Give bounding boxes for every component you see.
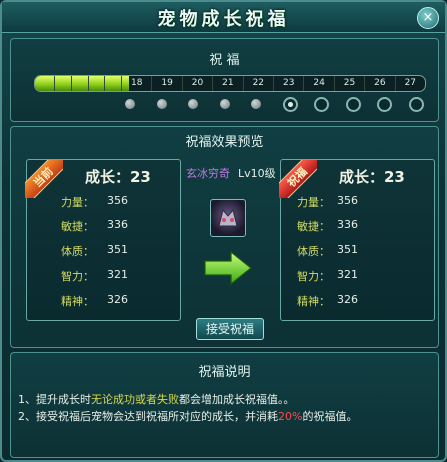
level-dot-filled <box>219 99 230 109</box>
progress-tick-label: 24 <box>303 76 333 91</box>
blessed-growth: 成长：23 <box>339 168 405 186</box>
progress-tick-label: 25 <box>333 76 364 91</box>
stat-value: 356 <box>337 194 358 207</box>
blessing-title: 祝 福 <box>209 53 240 68</box>
level-dot-filled <box>251 99 261 109</box>
stat-label: 精神： <box>61 295 94 308</box>
stat-label: 体质： <box>297 245 330 258</box>
stat-value: 321 <box>337 268 358 281</box>
stat-value: 321 <box>107 268 128 281</box>
stat-label: 力量： <box>297 196 330 209</box>
level-dot-empty <box>345 97 361 112</box>
level-dot-empty <box>314 97 329 112</box>
stat-label: 体质： <box>61 245 94 258</box>
level-dot-current <box>282 97 298 112</box>
progress-tick-label: 18 <box>121 76 151 91</box>
stat-label: 智力： <box>297 270 330 283</box>
level-dot-filled <box>125 99 135 109</box>
progress-tick-label: 21 <box>212 76 242 91</box>
progress-segment <box>70 76 72 91</box>
accept-blessing-button[interactable]: 接受祝福 <box>196 318 264 340</box>
level-dot-empty <box>377 97 392 112</box>
stat-value: 351 <box>337 243 358 256</box>
stat-value: 326 <box>107 293 128 306</box>
pet-beast-icon <box>218 208 238 227</box>
progress-tick-label: 27 <box>394 76 425 91</box>
pet-name: 玄冰穷奇 <box>186 167 230 180</box>
progress-tick-label: 20 <box>181 76 212 91</box>
blessed-ribbon: 祝福 <box>279 160 317 198</box>
progress-segment <box>104 76 106 91</box>
level-dot-empty <box>408 97 424 112</box>
progress-tick-label: 26 <box>364 76 394 91</box>
stat-label: 精神： <box>297 295 330 308</box>
description-line-1: 1、提升成长时无论成功或者失败都会增加成长祝福值。。 <box>18 393 295 406</box>
pet-portrait[interactable] <box>210 199 246 237</box>
progress-tick-label: 22 <box>242 76 273 91</box>
blessed-growth-card: 祝福 成长：23 力量： 356 敏捷： 336 体质： 351 智力： 321… <box>279 159 435 321</box>
progress-tick-label: 23 <box>273 76 303 91</box>
stat-value: 336 <box>107 218 128 231</box>
progress-tick-label: 19 <box>151 76 181 91</box>
progress-segment <box>54 76 56 91</box>
level-dot-filled <box>188 99 198 109</box>
close-icon[interactable]: × <box>417 7 439 29</box>
progress-fill <box>35 76 129 91</box>
stat-label: 力量： <box>61 196 94 209</box>
current-ribbon: 当前 <box>25 160 63 198</box>
arrow-right-icon <box>204 250 252 286</box>
stat-value: 356 <box>107 194 128 207</box>
stat-value: 326 <box>337 293 358 306</box>
stat-value: 336 <box>337 218 358 231</box>
pet-level: Lv10级 <box>238 167 276 180</box>
title-bar[interactable]: 宠物成长祝福 × <box>2 2 445 33</box>
window-title: 宠物成长祝福 <box>157 9 290 30</box>
pet-growth-blessing-window: 宠物成长祝福 × 祝 福 18 19 20 21 22 23 24 25 26 27 祝福效果预览… <box>0 0 447 462</box>
stat-label: 智力： <box>61 270 94 283</box>
progress-segment <box>87 76 89 91</box>
stat-label: 敏捷： <box>61 220 94 233</box>
description-line-2: 2、接受祝福后宠物会达到祝福所对应的成长，并消耗20%的祝福值。 <box>18 410 358 423</box>
preview-title: 祝福效果预览 <box>185 135 264 150</box>
current-growth-card: 当前 成长：23 力量： 356 敏捷： 336 体质： 351 智力： 321… <box>25 159 181 321</box>
stat-value: 351 <box>107 243 128 256</box>
current-growth: 成长：23 <box>85 168 151 186</box>
stat-label: 敏捷： <box>297 220 330 233</box>
description-title: 祝福说明 <box>198 365 251 380</box>
level-dot-filled <box>156 99 167 109</box>
blessing-progress-bar: 18 19 20 21 22 23 24 25 26 27 <box>34 75 426 92</box>
